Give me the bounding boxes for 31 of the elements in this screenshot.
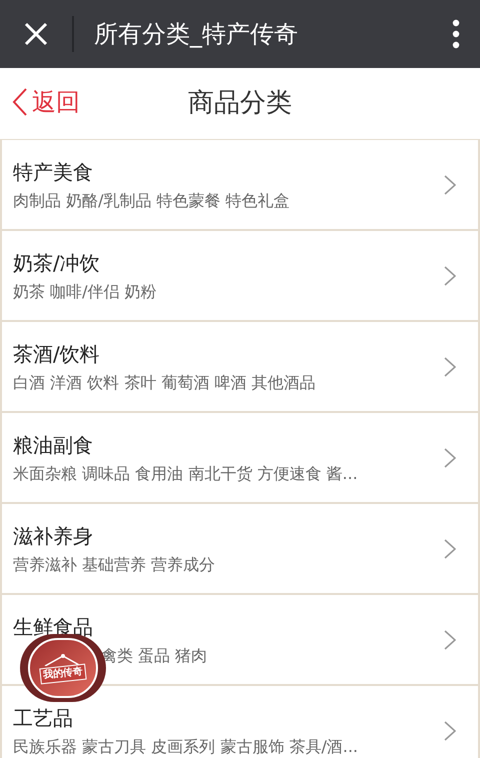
chevron-right-icon [444,174,456,194]
category-name: 滋补养身 [13,522,94,550]
chevron-right-icon [444,538,456,558]
chevron-right-icon [444,720,456,740]
category-subtitle: 营养滋补 基础营养 营养成分 [13,554,216,576]
category-subtitle: 民族乐器 蒙古刀具 皮画系列 蒙古服饰 茶具/酒... [13,736,359,758]
category-subtitle: 肉制品 奶酪/乳制品 特色蒙餐 特色礼盒 [13,190,291,212]
more-icon [452,19,460,49]
category-item[interactable]: 滋补养身 营养滋补 基础营养 营养成分 [0,504,480,595]
chevron-right-icon [444,356,456,376]
category-item[interactable]: 粮油副食 米面杂粮 调味品 食用油 南北干货 方便速食 酱... [0,413,480,504]
category-subtitle: 奶茶 咖啡/伴侣 奶粉 [13,280,158,302]
close-icon [24,22,48,46]
category-subtitle: 米面杂粮 调味品 食用油 南北干货 方便速食 酱... [13,462,359,484]
category-name: 粮油副食 [13,432,94,458]
category-name: 奶茶/冲饮 [13,250,101,276]
badge-label: 我的传奇 [39,664,87,684]
category-item[interactable]: 奶茶/冲饮 奶茶 咖啡/伴侣 奶粉 [0,231,480,322]
category-subtitle: 白酒 洋酒 饮料 茶叶 葡萄酒 啤酒 其他酒品 [13,372,317,394]
category-name: 茶酒/饮料 [13,340,101,368]
category-name: 工艺品 [13,704,74,732]
category-name: 特产美食 [13,158,94,186]
back-link[interactable]: 返回 [12,84,80,120]
category-item[interactable]: 特产美食 肉制品 奶酪/乳制品 特色蒙餐 特色礼盒 [0,140,480,231]
page-title: 所有分类_特产传奇 [94,19,299,50]
section-title: 商品分类 [188,87,292,120]
chevron-right-icon [444,266,456,286]
back-chevron-icon [12,87,28,117]
category-item[interactable]: 茶酒/饮料 白酒 洋酒 饮料 茶叶 葡萄酒 啤酒 其他酒品 [0,322,480,413]
chevron-right-icon [444,630,456,650]
chevron-right-icon [444,448,456,468]
